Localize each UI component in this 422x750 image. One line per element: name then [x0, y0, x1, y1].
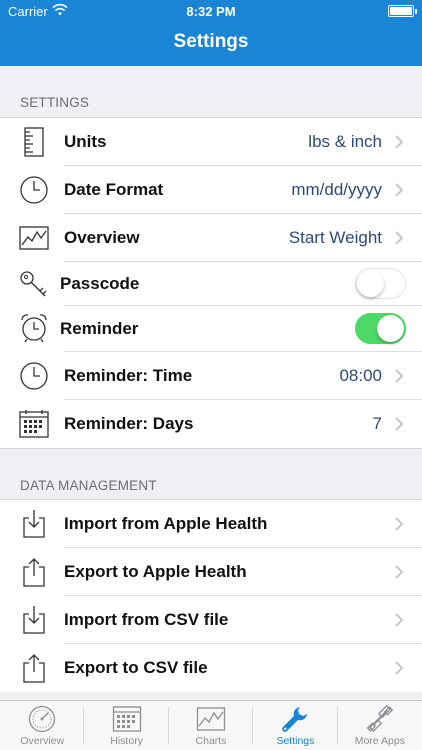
dumbbell-icon: [366, 705, 394, 733]
chevron-right-icon: [395, 613, 404, 627]
chevron-right-icon: [395, 565, 404, 579]
export-csv-label: Export to CSV file: [64, 658, 208, 677]
tab-more-apps[interactable]: More Apps: [338, 701, 422, 750]
key-icon: [20, 271, 47, 297]
import-apple-health-row[interactable]: Import from Apple Health: [0, 500, 422, 548]
status-time: 8:32 PM: [186, 4, 236, 19]
units-label: Units: [64, 132, 107, 151]
reminder-time-value: 08:00: [339, 366, 382, 385]
section-header-settings: SETTINGS: [20, 95, 90, 110]
tab-overview[interactable]: Overview: [0, 701, 85, 750]
tab-history-label: History: [110, 735, 143, 747]
chevron-right-icon: [395, 517, 404, 531]
export-apple-health-label: Export to Apple Health: [64, 562, 247, 581]
tab-settings[interactable]: Settings: [253, 701, 338, 750]
import-icon: [23, 510, 45, 538]
passcode-toggle[interactable]: [355, 268, 406, 299]
export-apple-health-row[interactable]: Export to Apple Health: [0, 548, 422, 596]
chevron-right-icon: [395, 417, 404, 431]
overview-label: Overview: [64, 228, 140, 247]
battery-icon: [388, 5, 417, 17]
tab-bar: Overview History Charts Settings More Ap…: [0, 700, 422, 750]
export-csv-row[interactable]: Export to CSV file: [0, 644, 422, 692]
passcode-row: Passcode: [0, 262, 422, 306]
speedometer-icon: [29, 705, 56, 733]
reminder-label: Reminder: [60, 319, 139, 338]
reminder-time-label: Reminder: Time: [64, 366, 193, 385]
tab-settings-label: Settings: [276, 735, 315, 747]
tab-charts-label: Charts: [195, 735, 227, 747]
import-icon: [23, 606, 45, 634]
navigation-bar: Carrier 8:32 PM Settings: [0, 0, 422, 66]
line-chart-icon: [196, 707, 226, 731]
tab-charts[interactable]: Charts: [169, 701, 254, 750]
units-value: lbs & inch: [308, 132, 382, 151]
reminder-time-row[interactable]: Reminder: Time 08:00: [0, 352, 422, 400]
import-csv-row[interactable]: Import from CSV file: [0, 596, 422, 644]
tab-more-apps-label: More Apps: [354, 735, 405, 747]
chevron-right-icon: [395, 661, 404, 675]
page-title: Settings: [173, 31, 249, 52]
reminder-row: Reminder: [0, 306, 422, 352]
calendar-icon: [19, 410, 49, 438]
chevron-right-icon: [395, 231, 404, 245]
calendar-icon: [112, 706, 141, 732]
reminder-toggle[interactable]: [355, 313, 406, 344]
export-icon: [23, 558, 45, 587]
reminder-days-label: Reminder: Days: [64, 414, 194, 433]
clock-icon: [20, 176, 48, 204]
date-format-row[interactable]: Date Format mm/dd/yyyy: [0, 166, 422, 214]
tab-overview-label: Overview: [20, 735, 65, 747]
line-chart-icon: [19, 226, 49, 250]
reminder-days-value: 7: [372, 414, 382, 433]
ruler-icon: [24, 127, 44, 157]
clock-icon: [20, 362, 48, 390]
wrench-icon: [282, 707, 308, 732]
section-header-data-management: DATA MANAGEMENT: [20, 478, 157, 493]
reminder-days-row[interactable]: Reminder: Days 7: [0, 400, 422, 448]
date-format-label: Date Format: [64, 180, 164, 199]
tab-history[interactable]: History: [84, 701, 169, 750]
chevron-right-icon: [395, 135, 404, 149]
export-icon: [23, 654, 45, 683]
import-csv-label: Import from CSV file: [64, 610, 229, 629]
data-management-group: Import from Apple Health Export to Apple…: [0, 499, 422, 692]
status-bar: Carrier 8:32 PM: [0, 0, 422, 22]
date-format-value: mm/dd/yyyy: [291, 180, 382, 199]
alarm-clock-icon: [21, 314, 47, 343]
chevron-right-icon: [395, 183, 404, 197]
chevron-right-icon: [395, 369, 404, 383]
passcode-label: Passcode: [60, 274, 140, 293]
settings-group: Units lbs & inch Date Format mm/dd/yyyy …: [0, 117, 422, 449]
overview-value: Start Weight: [288, 228, 382, 247]
units-row[interactable]: Units lbs & inch: [0, 118, 422, 166]
overview-row[interactable]: Overview Start Weight: [0, 214, 422, 262]
import-apple-health-label: Import from Apple Health: [64, 514, 268, 533]
